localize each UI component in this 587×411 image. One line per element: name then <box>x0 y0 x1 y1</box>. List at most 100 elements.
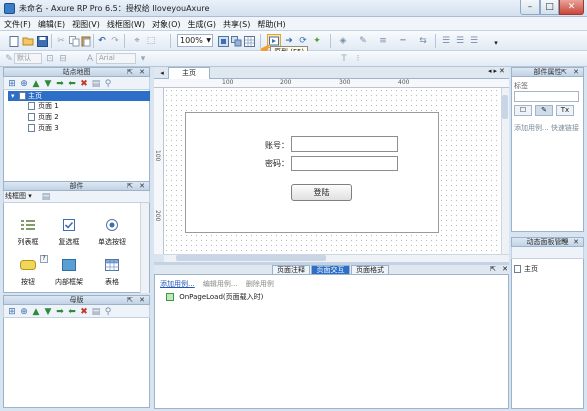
tab-page-format[interactable]: 页面格式 <box>351 265 389 275</box>
font-select[interactable]: Arial <box>96 53 136 64</box>
tree-item-home[interactable]: ▾ 主页 <box>8 91 150 101</box>
font-size-icon[interactable]: ▾ <box>137 53 149 65</box>
new-file-icon[interactable] <box>8 35 20 47</box>
text-color-icon[interactable]: T <box>338 53 350 65</box>
login-button[interactable]: 登陆 <box>291 184 352 201</box>
menu-generate[interactable]: 生成(G) <box>184 17 219 30</box>
library-menu-icon[interactable]: ▤ <box>40 191 52 203</box>
outdent-icon[interactable]: ⬅ <box>66 78 78 90</box>
line-color-icon[interactable]: ✎ <box>357 35 369 47</box>
share-icon[interactable]: ✦ <box>311 35 323 47</box>
widget-button[interactable]: 按钮 <box>6 259 50 287</box>
save-icon[interactable] <box>36 35 48 47</box>
text-bullets-icon[interactable]: ⁝ <box>352 53 364 65</box>
format-painter-icon[interactable]: ⌖ <box>131 35 143 47</box>
line-style-icon[interactable]: ┅ <box>397 35 409 47</box>
move-down-icon[interactable]: ▼ <box>42 78 54 90</box>
widget-library-select[interactable]: 线框图 ▾ <box>5 191 35 201</box>
widget-radio[interactable]: 单选按钮 <box>90 219 134 247</box>
maximize-button[interactable]: □ <box>540 0 559 15</box>
outdent-icon[interactable]: ⬅ <box>66 306 78 318</box>
tab-home[interactable]: 主页 <box>168 67 210 79</box>
interactions-tab-icon[interactable]: ☐ <box>514 105 532 116</box>
paste-icon[interactable] <box>80 35 92 47</box>
delete-page-icon[interactable]: ✖ <box>78 78 90 90</box>
add-master-icon[interactable]: ⊞ <box>6 306 18 318</box>
menu-wireframe[interactable]: 线框图(W) <box>103 17 148 30</box>
close-button[interactable]: ✕ <box>559 0 584 15</box>
add-folder-icon[interactable]: ⊕ <box>18 306 30 318</box>
widget-listbox[interactable]: 列表框 <box>6 219 50 247</box>
widget-table[interactable]: 表格 <box>90 259 134 287</box>
delete-master-icon[interactable]: ✖ <box>78 306 90 318</box>
tree-item-page-3[interactable]: 页面 3 <box>28 123 59 133</box>
tab-page-interactions[interactable]: 页面交互 <box>311 265 350 275</box>
search-icon[interactable]: ⚲ <box>102 306 114 318</box>
indent-icon[interactable]: ➡ <box>54 78 66 90</box>
copy-icon[interactable] <box>68 35 80 47</box>
collapse-icon[interactable]: ▾ <box>11 91 15 101</box>
cut-icon[interactable]: ✂ <box>55 35 67 47</box>
line-width-icon[interactable]: ≡ <box>377 35 389 47</box>
widgets-scrollbar[interactable] <box>140 203 149 293</box>
menu-help[interactable]: 帮助(H) <box>253 17 288 30</box>
help-icon[interactable]: ? <box>40 255 48 263</box>
indent-icon[interactable]: ➡ <box>54 306 66 318</box>
widget-checkbox[interactable]: 复选框 <box>47 219 91 247</box>
menu-object[interactable]: 对象(O) <box>148 17 184 30</box>
panel-controls[interactable]: ⇱ ✕ <box>127 296 147 304</box>
add-child-page-icon[interactable]: ⊕ <box>18 78 30 90</box>
label-input[interactable] <box>514 91 579 102</box>
move-down-icon[interactable]: ▼ <box>42 306 54 318</box>
tree-item-page-2[interactable]: 页面 2 <box>28 112 59 122</box>
panel-controls[interactable]: ⇱ ✕ <box>127 182 147 190</box>
style-apply-icon[interactable]: ⊡ <box>44 53 56 65</box>
style-edit-icon[interactable]: ⊟ <box>57 53 69 65</box>
menu-view[interactable]: 视图(V) <box>68 17 103 30</box>
toolbar-overflow-icon[interactable]: ▾ <box>490 37 502 49</box>
panel-controls[interactable]: ⇱ ✕ <box>127 68 147 76</box>
master-type-icon[interactable]: ▤ <box>90 306 102 318</box>
minimize-button[interactable]: – <box>520 0 540 15</box>
add-page-icon[interactable]: ⊞ <box>6 78 18 90</box>
canvas-vertical-thumb[interactable] <box>502 95 508 119</box>
canvas-horizontal-thumb[interactable] <box>176 255 326 261</box>
annotations-tab-icon[interactable]: ✎ <box>535 105 553 116</box>
menu-edit[interactable]: 编辑(E) <box>34 17 68 30</box>
fill-color-icon[interactable]: ◈ <box>337 35 349 47</box>
add-case-link[interactable]: 添加用例... <box>160 280 195 288</box>
panel-controls[interactable]: ⇱ ✕ <box>490 265 510 273</box>
undo-icon[interactable]: ↶ <box>96 35 108 47</box>
move-up-icon[interactable]: ▲ <box>30 306 42 318</box>
panel-controls[interactable]: ⇱ ✕ <box>561 68 581 76</box>
tab-controls[interactable]: ◂▸✕ <box>488 67 507 75</box>
align-right-icon[interactable]: ☰ <box>468 35 480 47</box>
format-tab[interactable]: Tx <box>556 105 574 116</box>
menu-file[interactable]: 文件(F) <box>0 17 34 30</box>
dynamic-panel-item[interactable]: 主页 <box>514 264 538 274</box>
panel-controls[interactable]: ⇱ ✕ <box>561 238 581 246</box>
props-links[interactable]: 添加用例... 快速链接 <box>514 123 579 133</box>
widget-iframe[interactable]: 内部框架 <box>47 259 91 287</box>
cursor-select-icon[interactable]: ⬚ <box>145 35 157 47</box>
widget-label: 内部框架 <box>55 278 83 286</box>
align-center-icon[interactable]: ☰ <box>454 35 466 47</box>
account-input[interactable] <box>291 136 398 152</box>
tab-page-notes[interactable]: 页面注释 <box>272 265 310 275</box>
tree-item-page-1[interactable]: 页面 1 <box>28 101 59 111</box>
style-select[interactable]: 默认 <box>14 53 42 64</box>
move-up-icon[interactable]: ▲ <box>30 78 42 90</box>
password-input[interactable] <box>291 156 398 171</box>
menu-share[interactable]: 共享(S) <box>219 17 253 30</box>
open-folder-icon[interactable] <box>22 35 34 47</box>
page-type-icon[interactable]: ▤ <box>90 78 102 90</box>
arrow-style-icon[interactable]: ⇆ <box>417 35 429 47</box>
search-icon[interactable]: ⚲ <box>102 78 114 90</box>
event-item[interactable]: OnPageLoad(页面载入时) <box>166 292 263 302</box>
form-container[interactable] <box>185 112 439 233</box>
redo-icon[interactable]: ↷ <box>109 35 121 47</box>
edit-case-link[interactable]: 编辑用例... <box>203 280 238 288</box>
align-left-icon[interactable]: ☰ <box>440 35 452 47</box>
delete-case-link[interactable]: 删除用例 <box>246 280 274 288</box>
tab-scroll-left-icon[interactable]: ◂ <box>156 67 168 79</box>
